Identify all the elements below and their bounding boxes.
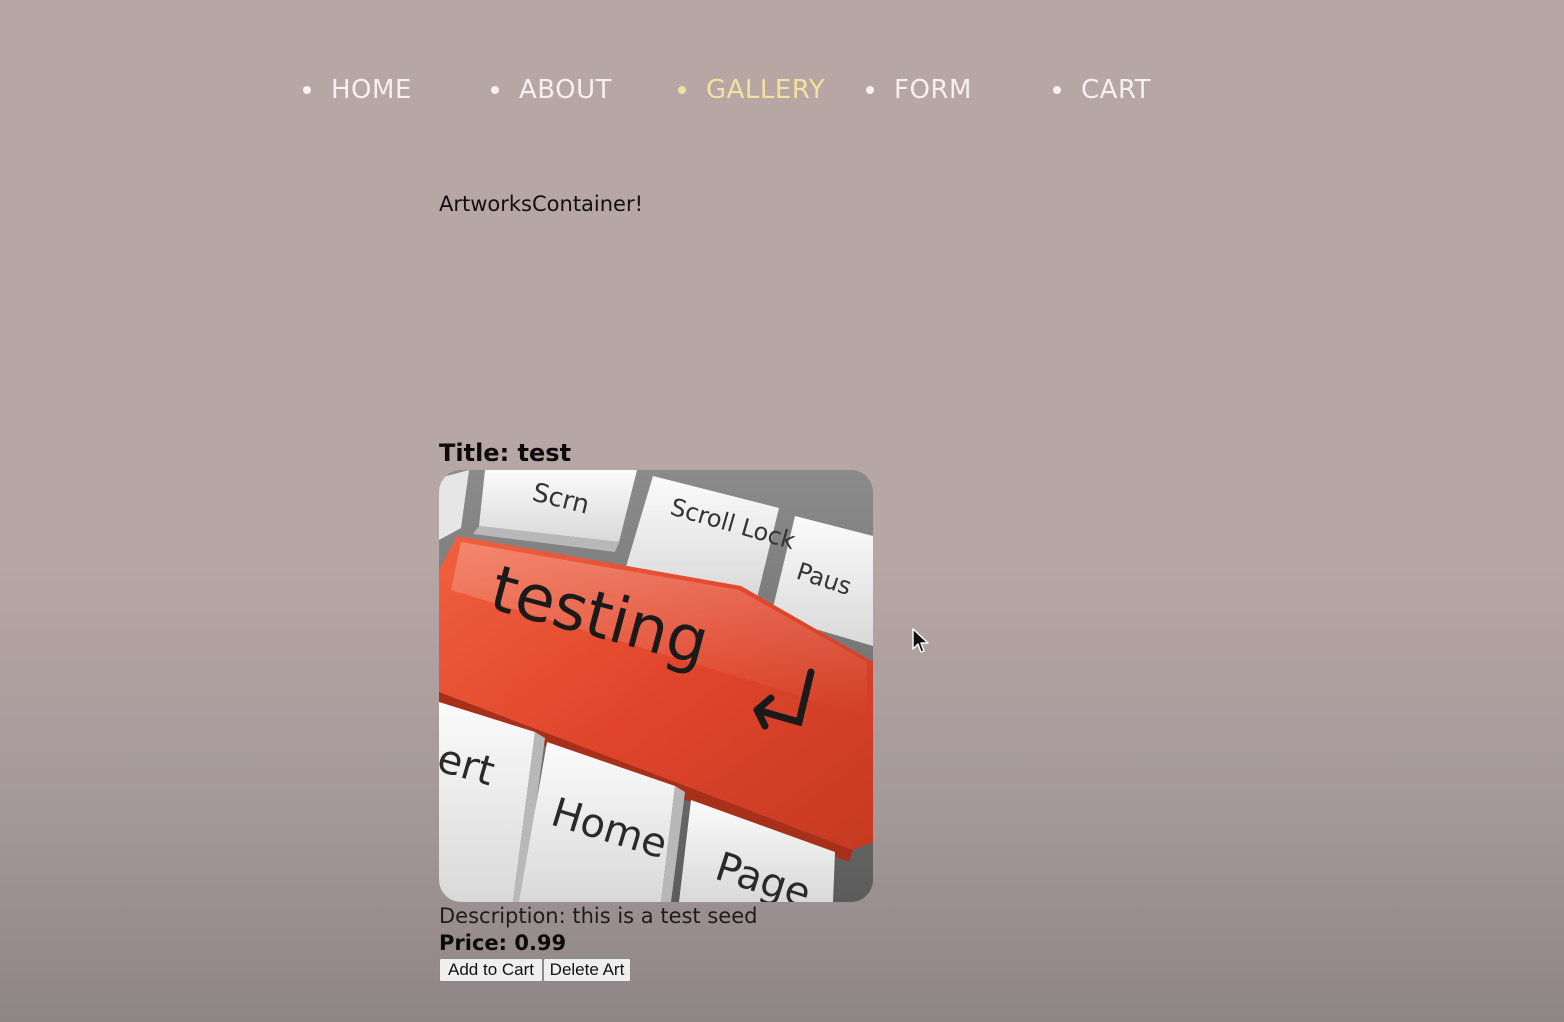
nav-item-home[interactable]: HOME: [303, 72, 412, 108]
mouse-pointer-icon: [912, 628, 929, 653]
artwork-title: Title: test: [439, 439, 572, 467]
bullet-icon: [1053, 86, 1061, 94]
artworks-container-heading: ArtworksContainer!: [439, 192, 644, 216]
artwork-card: Title: test Scrn Scroll Lock Paus testin…: [439, 436, 1039, 982]
nav-item-label: ABOUT: [519, 75, 613, 105]
artwork-actions: Add to Cart Delete Art: [439, 958, 1039, 982]
main-navigation: HOME ABOUT GALLERY FORM CART: [0, 0, 1564, 180]
bullet-icon: [491, 86, 499, 94]
artwork-price: Price: 0.99: [439, 931, 567, 955]
nav-item-gallery[interactable]: GALLERY: [678, 72, 825, 108]
bullet-icon: [866, 86, 874, 94]
nav-item-label: CART: [1081, 75, 1151, 105]
artwork-description: Description: this is a test seed: [439, 904, 758, 928]
nav-item-label: HOME: [331, 75, 412, 105]
add-to-cart-button[interactable]: Add to Cart: [439, 958, 543, 982]
nav-item-cart[interactable]: CART: [1053, 72, 1151, 108]
nav-item-form[interactable]: FORM: [866, 72, 972, 108]
nav-item-label: FORM: [894, 75, 972, 105]
bullet-icon: [303, 86, 311, 94]
nav-item-about[interactable]: ABOUT: [491, 72, 612, 108]
delete-art-button[interactable]: Delete Art: [543, 958, 631, 982]
nav-item-label: GALLERY: [706, 75, 826, 105]
bullet-icon: [678, 86, 686, 94]
artwork-image: Scrn Scroll Lock Paus testing ert Home P…: [439, 470, 873, 902]
